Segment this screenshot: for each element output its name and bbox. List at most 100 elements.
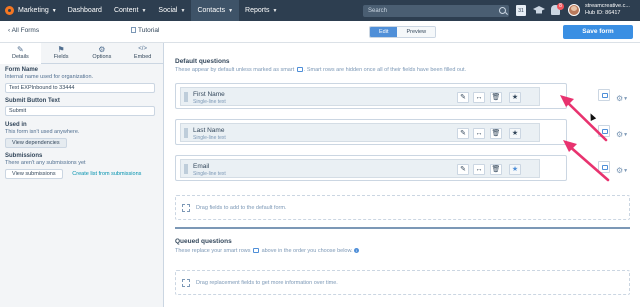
back-to-all-forms-link[interactable]: ‹ All Forms <box>8 27 39 34</box>
tab-details-label: Details <box>11 54 29 60</box>
create-list-link[interactable]: Create list from submissions <box>72 171 141 177</box>
star-icon[interactable]: ★ <box>509 128 521 139</box>
row-options-gear-icon[interactable]: ⚙▼ <box>616 130 628 139</box>
queued-questions-title: Queued questions <box>175 238 232 245</box>
field-last-name[interactable]: Last Name Single-line text ✎ ↔ 🗑 ★ <box>180 123 540 142</box>
dropzone-text: Drag replacement fields to get more info… <box>196 280 338 286</box>
nav-reports[interactable]: Reports ▼ <box>239 0 283 21</box>
view-submissions-button[interactable]: View submissions <box>5 169 63 179</box>
form-editor-header: ‹ All Forms Tutorial Edit Preview Save f… <box>0 21 640 43</box>
nav-reports-label: Reports <box>245 7 270 14</box>
drag-handle-icon[interactable] <box>184 164 188 174</box>
search-icon <box>499 7 506 14</box>
tab-options-label: Options <box>92 54 112 60</box>
field-first-name[interactable]: First Name Single-line text ✎ ↔ 🗑 ★ <box>180 87 540 106</box>
gear-icon: ⚙ <box>98 45 106 54</box>
resize-width-icon[interactable]: ↔ <box>473 128 485 139</box>
tab-details[interactable]: ✎ Details <box>0 43 41 64</box>
field-label: Email <box>193 163 210 170</box>
drag-handle-icon[interactable] <box>184 128 188 138</box>
marketing-menu-label: Marketing <box>18 7 49 14</box>
used-in-section: Used in This form isn't used anywhere. V… <box>0 116 163 148</box>
hubspot-logo-icon <box>5 6 14 15</box>
nav-contacts-label: Contacts <box>197 7 226 14</box>
form-row-last-name[interactable]: Last Name Single-line text ✎ ↔ 🗑 ★ <box>175 119 567 145</box>
search-placeholder: Search <box>368 8 388 14</box>
nav-social[interactable]: Social ▼ <box>152 0 191 21</box>
default-questions-help: These appear by default unless marked as… <box>175 67 466 73</box>
submit-text-section: Submit Button Text Submit <box>0 93 163 116</box>
field-type: Single-line text <box>193 135 226 141</box>
edit-preview-toggle: Edit Preview <box>369 26 437 38</box>
drag-handle-icon[interactable] <box>184 92 188 102</box>
flag-icon: ⚑ <box>57 45 65 54</box>
account-name: streamcreative.c... <box>585 3 630 9</box>
top-navigation-bar: Marketing ▼ Dashboard Content ▼ Social ▼ C… <box>0 0 640 21</box>
delete-trash-icon[interactable]: 🗑 <box>490 164 502 175</box>
form-row-first-name[interactable]: First Name Single-line text ✎ ↔ 🗑 ★ <box>175 83 567 109</box>
avatar[interactable] <box>568 4 580 16</box>
form-name-field[interactable]: Text EXPInbound to 33444 <box>5 83 155 93</box>
save-form-button[interactable]: Save form <box>563 25 633 39</box>
calendar-icon[interactable]: 31 <box>516 5 526 16</box>
tutorial-link[interactable]: Tutorial <box>131 27 159 34</box>
used-in-heading: Used in <box>5 122 27 128</box>
form-builder-canvas: Default questions These appear by defaul… <box>165 44 640 307</box>
form-settings-panel: ✎ Details ⚑ Fields ⚙ Options </> Embed F… <box>0 43 164 307</box>
edit-pencil-icon[interactable]: ✎ <box>457 128 469 139</box>
calendar-day: 31 <box>518 8 524 14</box>
all-forms-label: All Forms <box>11 27 40 34</box>
edit-tab[interactable]: Edit <box>370 27 398 37</box>
section-divider <box>175 227 630 229</box>
form-name-help: Internal name used for organization. <box>5 74 94 80</box>
nav-dashboard[interactable]: Dashboard <box>62 0 108 21</box>
nav-contacts[interactable]: Contacts ▼ <box>191 0 240 21</box>
submissions-heading: Submissions <box>5 153 43 159</box>
resize-width-icon[interactable]: ↔ <box>473 92 485 103</box>
row-options-gear-icon[interactable]: ⚙▼ <box>616 166 628 175</box>
queued-form-dropzone[interactable]: Drag replacement fields to get more info… <box>175 270 630 295</box>
pencil-icon: ✎ <box>17 45 24 54</box>
field-email[interactable]: Email Single-line text ✎ ↔ 🗑 ★ <box>180 159 540 178</box>
account-menu[interactable]: streamcreative.c... Hub ID: 86417 <box>585 3 630 17</box>
tab-fields[interactable]: ⚑ Fields <box>41 43 82 63</box>
info-icon[interactable]: i <box>354 248 360 253</box>
submissions-section: Submissions There aren't any submissions… <box>0 148 163 179</box>
view-dependencies-button[interactable]: View dependencies <box>5 138 67 148</box>
row-options-gear-icon[interactable]: ⚙▼ <box>616 94 628 103</box>
preview-tab[interactable]: Preview <box>397 27 436 37</box>
field-label: Last Name <box>193 127 225 134</box>
resize-width-icon[interactable]: ↔ <box>473 164 485 175</box>
field-type: Single-line text <box>193 171 226 177</box>
tutorial-label: Tutorial <box>138 27 160 34</box>
edit-pencil-icon[interactable]: ✎ <box>457 164 469 175</box>
tab-embed[interactable]: </> Embed <box>122 43 163 63</box>
marketing-menu[interactable]: Marketing ▼ <box>0 0 62 21</box>
chevron-left-icon: ‹ <box>8 27 11 34</box>
dropzone-text: Drag fields to add to the default form. <box>196 205 287 211</box>
star-icon[interactable]: ★ <box>509 92 521 103</box>
queued-help-text-1: These replace your smart rows <box>175 248 251 254</box>
nav-content-label: Content <box>113 7 139 14</box>
queued-help-text-2: above in the order you choose below. <box>261 248 353 254</box>
form-row-email[interactable]: Email Single-line text ✎ ↔ 🗑 ★ <box>175 155 567 181</box>
field-label: First Name <box>193 91 225 98</box>
tab-options[interactable]: ⚙ Options <box>82 43 123 63</box>
tab-embed-label: Embed <box>133 54 152 60</box>
default-help-text-2: . Smart rows are hidden once all of thei… <box>303 67 467 73</box>
code-icon: </> <box>138 46 147 52</box>
smart-row-toggle-icon[interactable] <box>598 89 610 101</box>
default-form-dropzone[interactable]: Drag fields to add to the default form. <box>175 195 630 220</box>
hub-id: Hub ID: 86417 <box>585 10 621 16</box>
graduation-cap-icon[interactable] <box>533 6 545 14</box>
smart-row-toggle-icon[interactable] <box>598 125 610 137</box>
submit-text-field[interactable]: Submit <box>5 106 155 116</box>
delete-trash-icon[interactable]: 🗑 <box>490 92 502 103</box>
search-input[interactable]: Search <box>363 5 509 17</box>
field-type: Single-line text <box>193 99 226 105</box>
star-icon[interactable]: ★ <box>509 164 521 175</box>
smart-row-toggle-icon[interactable] <box>598 161 610 173</box>
delete-trash-icon[interactable]: 🗑 <box>490 128 502 139</box>
nav-content[interactable]: Content ▼ <box>108 0 152 21</box>
edit-pencil-icon[interactable]: ✎ <box>457 92 469 103</box>
